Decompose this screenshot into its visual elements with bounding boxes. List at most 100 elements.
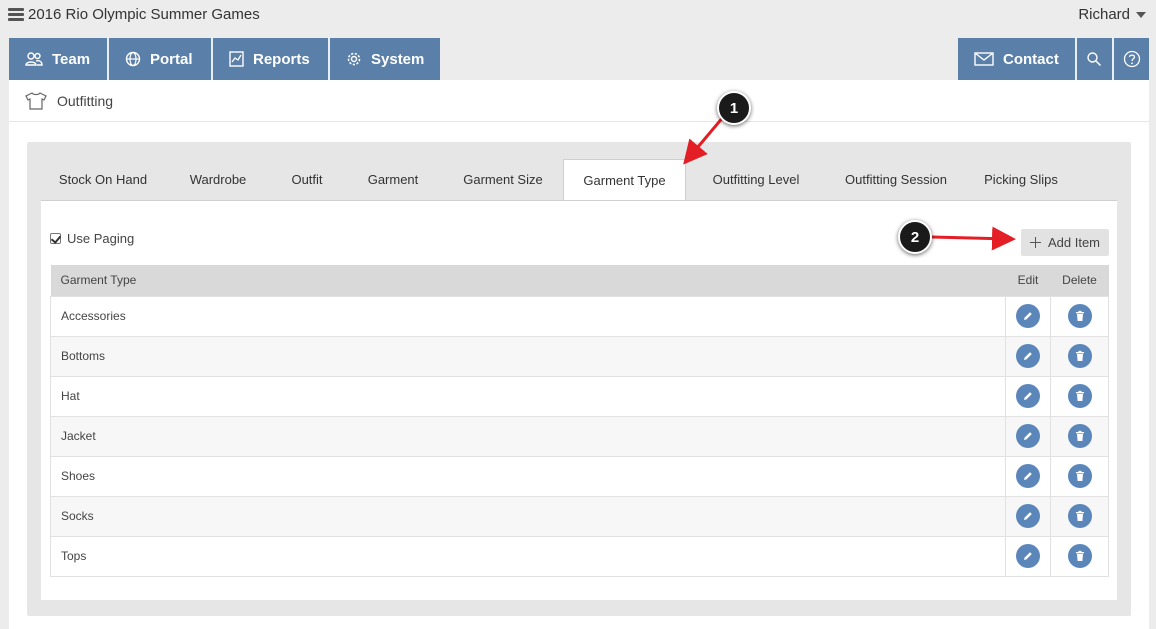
contact-button[interactable]: Contact <box>958 38 1075 80</box>
nav-item-system[interactable]: System <box>330 38 440 80</box>
pencil-icon <box>1024 432 1032 440</box>
edit-button[interactable] <box>1016 304 1040 328</box>
nav-item-label: System <box>371 50 425 68</box>
search-button[interactable] <box>1077 38 1112 80</box>
tab-label: Garment <box>367 171 419 187</box>
table-header-row: Garment Type Edit Delete <box>50 265 1109 296</box>
tab-outfitting-level[interactable]: Outfitting Level <box>686 158 826 200</box>
add-item-button[interactable]: Add Item <box>1021 229 1109 256</box>
step-callout-2: 2 <box>898 220 932 254</box>
tab-label: Garment Type <box>583 172 666 188</box>
table-row: Socks <box>50 495 1109 537</box>
tab-label: Outfitting Session <box>845 171 947 187</box>
app-title-area: 2016 Rio Olympic Summer Games <box>8 6 260 23</box>
table-row: Tops <box>50 535 1109 577</box>
edit-button[interactable] <box>1016 384 1040 408</box>
delete-cell <box>1050 335 1109 377</box>
use-paging-option[interactable]: Use Paging <box>50 231 134 246</box>
delete-button[interactable] <box>1067 384 1092 408</box>
delete-button[interactable] <box>1067 464 1092 488</box>
nav-item-label: Reports <box>253 50 310 68</box>
table-row: Shoes <box>50 455 1109 497</box>
tab-content: Use Paging Add Item Garment Type Edit De… <box>41 200 1117 600</box>
tab-picking-slips[interactable]: Picking Slips <box>966 158 1076 200</box>
nav-item-team[interactable]: Team <box>9 38 107 80</box>
pencil-icon <box>1024 312 1032 320</box>
nav-item-reports[interactable]: Reports <box>213 38 328 80</box>
page-title: Outfitting <box>57 92 114 109</box>
delete-cell <box>1050 375 1109 417</box>
table-row: Bottoms <box>50 335 1109 377</box>
tab-label: Outfit <box>291 171 323 187</box>
tab-garment-size[interactable]: Garment Size <box>443 158 563 200</box>
garment-type-cell: Bottoms <box>50 335 1006 377</box>
table-row: Jacket <box>50 415 1109 457</box>
tab-outfitting-session[interactable]: Outfitting Session <box>826 158 966 200</box>
page-header: Outfitting <box>9 80 1149 122</box>
nav-item-label: Team <box>52 50 91 68</box>
delete-cell <box>1050 535 1109 577</box>
trash-icon <box>1075 510 1084 521</box>
trash-icon <box>1075 390 1084 401</box>
edit-cell <box>1005 335 1051 377</box>
tab-label: Garment Size <box>463 171 543 187</box>
column-header-delete: Delete <box>1050 265 1109 296</box>
delete-cell <box>1050 455 1109 497</box>
edit-button[interactable] <box>1016 424 1040 448</box>
globe-icon <box>125 51 141 67</box>
user-menu[interactable]: Richard <box>1078 6 1146 23</box>
team-icon <box>25 52 43 66</box>
garment-type-cell: Accessories <box>50 295 1006 337</box>
trash-icon <box>1075 550 1084 561</box>
delete-button[interactable] <box>1067 304 1092 328</box>
column-header-garment-type[interactable]: Garment Type <box>50 265 1006 296</box>
use-paging-checkbox[interactable] <box>50 233 61 244</box>
envelope-icon <box>974 52 994 66</box>
tab-garment[interactable]: Garment <box>343 158 443 200</box>
edit-button[interactable] <box>1016 544 1040 568</box>
pencil-icon <box>1024 352 1032 360</box>
help-button[interactable] <box>1114 38 1149 80</box>
delete-cell <box>1050 415 1109 457</box>
tab-outfit[interactable]: Outfit <box>271 158 343 200</box>
tshirt-icon <box>25 91 47 110</box>
app-title: 2016 Rio Olympic Summer Games <box>28 6 260 23</box>
tab-label: Wardrobe <box>189 171 247 187</box>
edit-cell <box>1005 535 1051 577</box>
edit-cell <box>1005 495 1051 537</box>
pencil-icon <box>1024 552 1032 560</box>
pencil-icon <box>1024 392 1032 400</box>
delete-button[interactable] <box>1067 424 1092 448</box>
caret-down-icon <box>1136 11 1146 18</box>
tab-label: Picking Slips <box>984 171 1058 187</box>
tab-garment-type[interactable]: Garment Type <box>563 159 686 200</box>
gear-icon <box>347 52 361 66</box>
edit-cell <box>1005 415 1051 457</box>
delete-button[interactable] <box>1067 504 1092 528</box>
edit-cell <box>1005 375 1051 417</box>
garment-type-cell: Hat <box>50 375 1006 417</box>
tab-label: Stock On Hand <box>58 171 148 187</box>
edit-button[interactable] <box>1016 464 1040 488</box>
main-nav: Team Portal Reports System Contact <box>9 38 1149 80</box>
trash-icon <box>1075 470 1084 481</box>
edit-button[interactable] <box>1016 344 1040 368</box>
tab-wardrobe[interactable]: Wardrobe <box>165 158 271 200</box>
table-row: Hat <box>50 375 1109 417</box>
step-callout-1: 1 <box>717 91 751 125</box>
delete-button[interactable] <box>1067 344 1092 368</box>
plus-icon <box>1029 237 1041 248</box>
trash-icon <box>1075 310 1084 321</box>
user-name: Richard <box>1078 6 1130 23</box>
add-item-label: Add Item <box>1047 235 1101 250</box>
delete-button[interactable] <box>1067 544 1092 568</box>
search-icon <box>1087 52 1102 67</box>
reports-icon <box>229 51 244 67</box>
nav-item-portal[interactable]: Portal <box>109 38 211 80</box>
contact-label: Contact <box>1003 50 1059 68</box>
edit-button[interactable] <box>1016 504 1040 528</box>
outfitting-panel: Stock On Hand Wardrobe Outfit Garment Ga… <box>27 142 1131 616</box>
tab-stock-on-hand[interactable]: Stock On Hand <box>41 158 165 200</box>
use-paging-label: Use Paging <box>67 231 135 246</box>
edit-cell <box>1005 455 1051 497</box>
